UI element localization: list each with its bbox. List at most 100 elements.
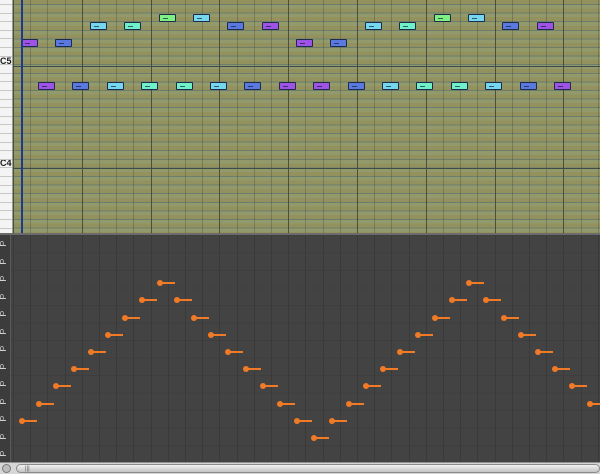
velocity-handle-icon[interactable] bbox=[569, 383, 576, 390]
velocity-marker[interactable] bbox=[586, 400, 600, 407]
midi-note[interactable] bbox=[158, 14, 176, 22]
velocity-marker[interactable] bbox=[569, 383, 588, 390]
midi-note[interactable] bbox=[502, 22, 520, 30]
velocity-marker[interactable] bbox=[552, 366, 571, 373]
midi-note[interactable] bbox=[399, 22, 417, 30]
note-grid[interactable] bbox=[13, 0, 600, 233]
scroll-left-button[interactable] bbox=[2, 464, 11, 473]
piano-roll-editor[interactable]: C5 C4 bbox=[0, 0, 600, 233]
velocity-handle-icon[interactable] bbox=[122, 314, 129, 321]
midi-note[interactable] bbox=[278, 82, 296, 90]
velocity-handle-icon[interactable] bbox=[259, 383, 266, 390]
velocity-marker[interactable] bbox=[225, 349, 244, 355]
velocity-marker[interactable] bbox=[517, 331, 536, 338]
midi-note[interactable] bbox=[468, 14, 485, 22]
velocity-handle-icon[interactable] bbox=[517, 331, 524, 338]
velocity-marker[interactable] bbox=[53, 383, 72, 390]
velocity-handle-icon[interactable] bbox=[414, 331, 421, 338]
velocity-marker[interactable] bbox=[311, 435, 330, 441]
midi-note[interactable] bbox=[485, 82, 503, 90]
midi-note[interactable] bbox=[261, 22, 279, 30]
velocity-marker[interactable] bbox=[535, 349, 553, 355]
velocity-handle-icon[interactable] bbox=[380, 366, 387, 373]
midi-note[interactable] bbox=[416, 82, 434, 90]
velocity-controller-lane[interactable]: 0 0 0 0 0 0 0 0 0 0 0 0 0 bbox=[0, 235, 600, 462]
velocity-marker[interactable] bbox=[431, 314, 450, 321]
velocity-marker[interactable] bbox=[87, 349, 106, 355]
midi-note[interactable] bbox=[38, 82, 55, 90]
velocity-marker[interactable] bbox=[363, 383, 381, 390]
velocity-handle-icon[interactable] bbox=[242, 366, 249, 373]
velocity-handle-icon[interactable] bbox=[225, 349, 232, 355]
velocity-handle-icon[interactable] bbox=[173, 297, 180, 304]
midi-note[interactable] bbox=[450, 82, 468, 90]
velocity-marker[interactable] bbox=[397, 349, 416, 355]
velocity-marker[interactable] bbox=[277, 400, 295, 407]
velocity-marker[interactable] bbox=[294, 417, 313, 424]
velocity-marker[interactable] bbox=[483, 297, 502, 304]
velocity-marker[interactable] bbox=[500, 314, 519, 321]
velocity-marker[interactable] bbox=[173, 297, 192, 304]
midi-note[interactable] bbox=[519, 82, 537, 90]
velocity-handle-icon[interactable] bbox=[294, 417, 301, 424]
midi-note[interactable] bbox=[175, 82, 193, 90]
velocity-marker[interactable] bbox=[414, 331, 433, 338]
velocity-marker[interactable] bbox=[242, 366, 261, 373]
velocity-marker[interactable] bbox=[19, 417, 37, 424]
velocity-handle-icon[interactable] bbox=[449, 297, 455, 304]
midi-note[interactable] bbox=[364, 22, 382, 30]
velocity-handle-icon[interactable] bbox=[552, 366, 559, 373]
midi-note[interactable] bbox=[141, 82, 159, 90]
velocity-marker[interactable] bbox=[328, 417, 347, 424]
midi-note[interactable] bbox=[554, 82, 571, 90]
velocity-marker[interactable] bbox=[208, 331, 227, 338]
midi-note[interactable] bbox=[244, 82, 262, 90]
midi-note[interactable] bbox=[536, 22, 554, 30]
midi-note[interactable] bbox=[313, 82, 331, 90]
velocity-handle-icon[interactable] bbox=[156, 280, 163, 287]
playhead-cursor[interactable] bbox=[21, 0, 23, 233]
midi-note[interactable] bbox=[55, 39, 73, 47]
midi-note[interactable] bbox=[227, 22, 245, 30]
velocity-handle-icon[interactable] bbox=[500, 314, 507, 321]
velocity-handle-icon[interactable] bbox=[363, 383, 369, 390]
velocity-handle-icon[interactable] bbox=[431, 314, 438, 321]
velocity-handle-icon[interactable] bbox=[191, 314, 197, 321]
velocity-handle-icon[interactable] bbox=[466, 280, 473, 287]
midi-note[interactable] bbox=[433, 14, 451, 22]
velocity-marker[interactable] bbox=[345, 400, 364, 407]
midi-note[interactable] bbox=[382, 82, 399, 90]
velocity-marker[interactable] bbox=[380, 366, 399, 373]
velocity-handle-icon[interactable] bbox=[328, 417, 335, 424]
velocity-handle-icon[interactable] bbox=[586, 400, 593, 407]
midi-note[interactable] bbox=[89, 22, 107, 30]
velocity-marker[interactable] bbox=[156, 280, 175, 287]
midi-note[interactable] bbox=[193, 14, 210, 22]
velocity-handle-icon[interactable] bbox=[208, 331, 215, 338]
velocity-handle-icon[interactable] bbox=[87, 349, 94, 355]
velocity-handle-icon[interactable] bbox=[535, 349, 541, 355]
midi-note[interactable] bbox=[72, 82, 90, 90]
midi-note[interactable] bbox=[347, 82, 365, 90]
velocity-handle-icon[interactable] bbox=[277, 400, 283, 407]
midi-note[interactable] bbox=[210, 82, 227, 90]
midi-note[interactable] bbox=[21, 39, 38, 47]
velocity-marker[interactable] bbox=[36, 400, 55, 407]
velocity-handle-icon[interactable] bbox=[139, 297, 146, 304]
midi-note[interactable] bbox=[106, 82, 124, 90]
velocity-handle-icon[interactable] bbox=[483, 297, 490, 304]
velocity-marker[interactable] bbox=[191, 314, 209, 321]
velocity-marker[interactable] bbox=[105, 331, 123, 338]
velocity-marker[interactable] bbox=[449, 297, 467, 304]
velocity-handle-icon[interactable] bbox=[19, 417, 25, 424]
velocity-marker[interactable] bbox=[122, 314, 141, 321]
velocity-marker[interactable] bbox=[70, 366, 89, 373]
velocity-handle-icon[interactable] bbox=[70, 366, 77, 373]
horizontal-scrollbar[interactable]: ||| bbox=[0, 462, 600, 474]
midi-note[interactable] bbox=[296, 39, 313, 47]
velocity-handle-icon[interactable] bbox=[397, 349, 404, 355]
piano-keyboard[interactable]: C5 C4 bbox=[0, 0, 13, 233]
midi-note[interactable] bbox=[124, 22, 142, 30]
velocity-handle-icon[interactable] bbox=[105, 331, 111, 338]
midi-note[interactable] bbox=[330, 39, 348, 47]
